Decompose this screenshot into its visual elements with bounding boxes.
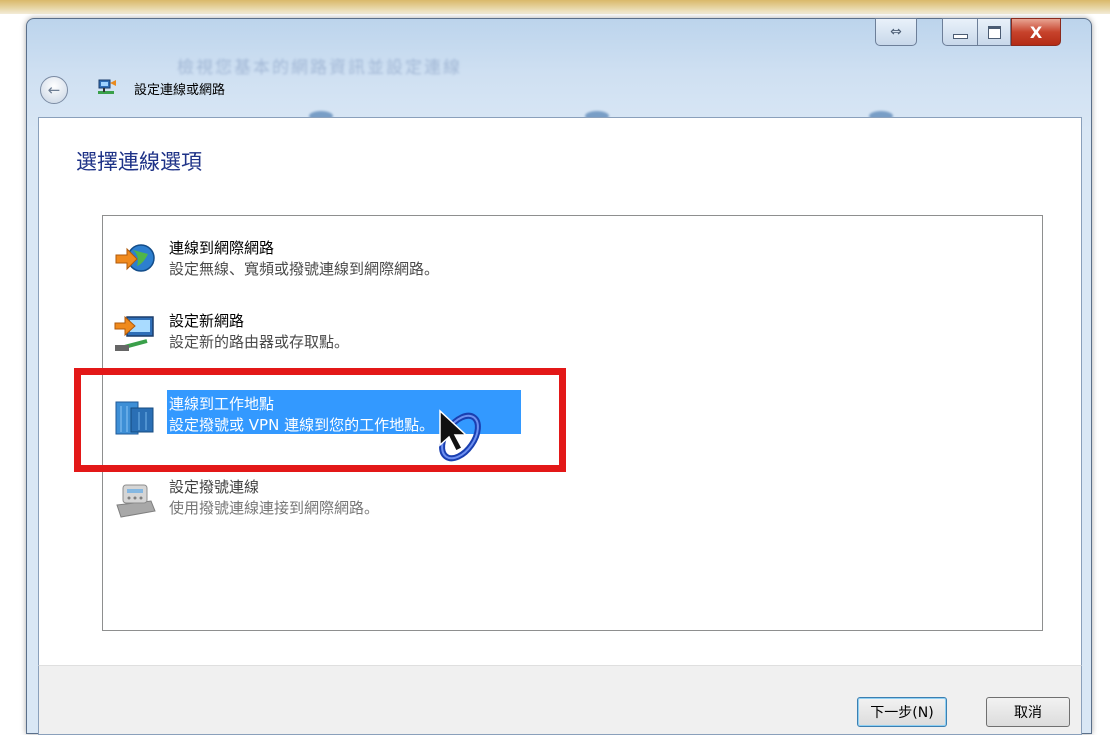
background-window-title: 檢視您基本的網路資訊並設定連線: [177, 58, 462, 78]
cancel-button[interactable]: 取消: [986, 697, 1070, 727]
router-icon: [114, 315, 154, 351]
close-button[interactable]: X: [1011, 18, 1061, 46]
option-dial-up[interactable]: 設定撥號連線 使用撥號連線連接到網際網路。: [109, 471, 669, 525]
option-title: 連線到網際網路: [169, 239, 275, 257]
option-new-network[interactable]: 設定新網路 設定新的路由器或存取點。: [109, 305, 669, 359]
option-connect-workplace[interactable]: 連線到工作地點 設定撥號或 VPN 連線到您的工作地點。: [109, 388, 669, 442]
maximize-button[interactable]: [977, 18, 1011, 46]
back-button[interactable]: ←: [40, 76, 68, 104]
option-title: 設定撥號連線: [169, 478, 260, 496]
resize-arrows-icon: ⇔: [890, 24, 902, 40]
option-description: 設定撥號或 VPN 連線到您的工作地點。: [169, 416, 435, 434]
next-button[interactable]: 下一步(N): [857, 697, 947, 727]
office-building-icon: [115, 401, 154, 435]
wizard-footer: 下一步(N) 取消: [38, 665, 1082, 735]
option-connect-internet[interactable]: 連線到網際網路 設定無線、寬頻或撥號連線到網際網路。: [109, 232, 669, 286]
option-description: 使用撥號連線連接到網際網路。: [169, 499, 380, 517]
wizard-content: 選擇連線選項 連線到網際網路 設定無線、寬頻或撥號連線到網際網路。 設定新網路 …: [38, 117, 1082, 666]
option-description: 設定新的路由器或存取點。: [169, 333, 350, 351]
maximize-icon: [987, 25, 1001, 39]
page-title: 選擇連線選項: [76, 150, 202, 174]
back-arrow-icon: ←: [47, 81, 61, 99]
option-title: 連線到工作地點: [169, 395, 275, 413]
connection-options-list: 連線到網際網路 設定無線、寬頻或撥號連線到網際網路。 設定新網路 設定新的路由器…: [102, 215, 1043, 631]
busy-cursor-icon: [439, 409, 481, 462]
caption-buttons: X: [942, 18, 1061, 46]
close-icon: X: [1029, 22, 1043, 42]
network-setup-icon: [98, 79, 116, 94]
option-description: 設定無線、寬頻或撥號連線到網際網路。: [169, 260, 440, 278]
option-title: 設定新網路: [169, 312, 245, 330]
dial-up-modem-icon: [116, 484, 156, 518]
wizard-window: 檢視您基本的網路資訊並設定連線 ⇔ X ← 設定連線或網路 選擇連線選項 連線到…: [26, 18, 1092, 735]
minimize-icon: [952, 33, 968, 39]
minimize-button[interactable]: [942, 18, 977, 46]
desktop-background: [0, 0, 1110, 14]
resize-button[interactable]: ⇔: [875, 18, 917, 46]
globe-arrow-icon: [115, 244, 155, 272]
window-title: 設定連線或網路: [134, 83, 226, 98]
